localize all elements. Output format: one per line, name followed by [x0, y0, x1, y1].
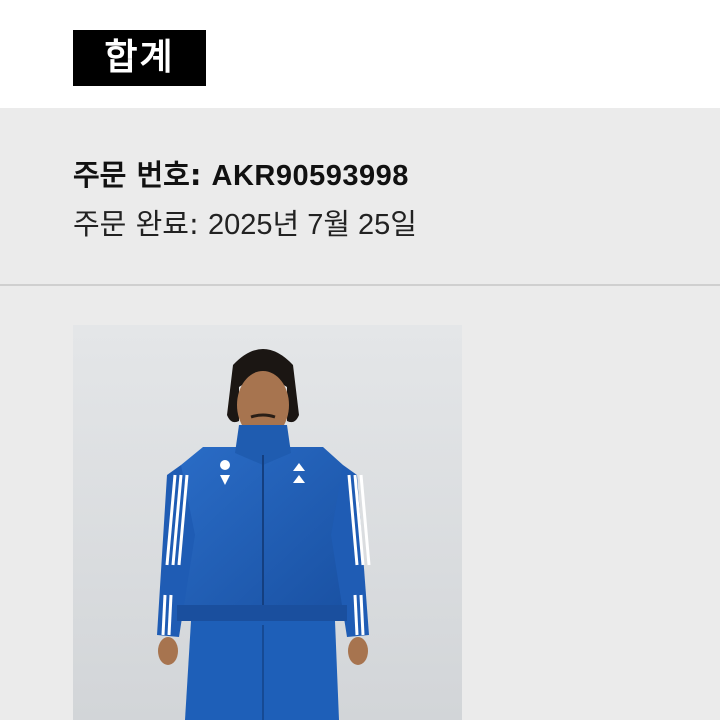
header-bar: 합계 — [0, 0, 720, 108]
order-completed-value: 2025년 7월 25일 — [207, 209, 417, 241]
order-number-value: AKR90593998 — [211, 160, 409, 192]
product-image[interactable] — [73, 325, 462, 720]
order-number: 주문 번호: AKR90593998 — [73, 152, 409, 194]
order-summary-panel — [0, 108, 720, 284]
order-completed-label: 주문 완료: — [73, 207, 199, 241]
total-badge: 합계 — [73, 30, 206, 86]
order-completed-date: 주문 완료: 2025년 7월 25일 — [73, 201, 417, 243]
product-photo-icon — [73, 325, 462, 720]
order-number-label: 주문 번호: — [73, 158, 202, 192]
